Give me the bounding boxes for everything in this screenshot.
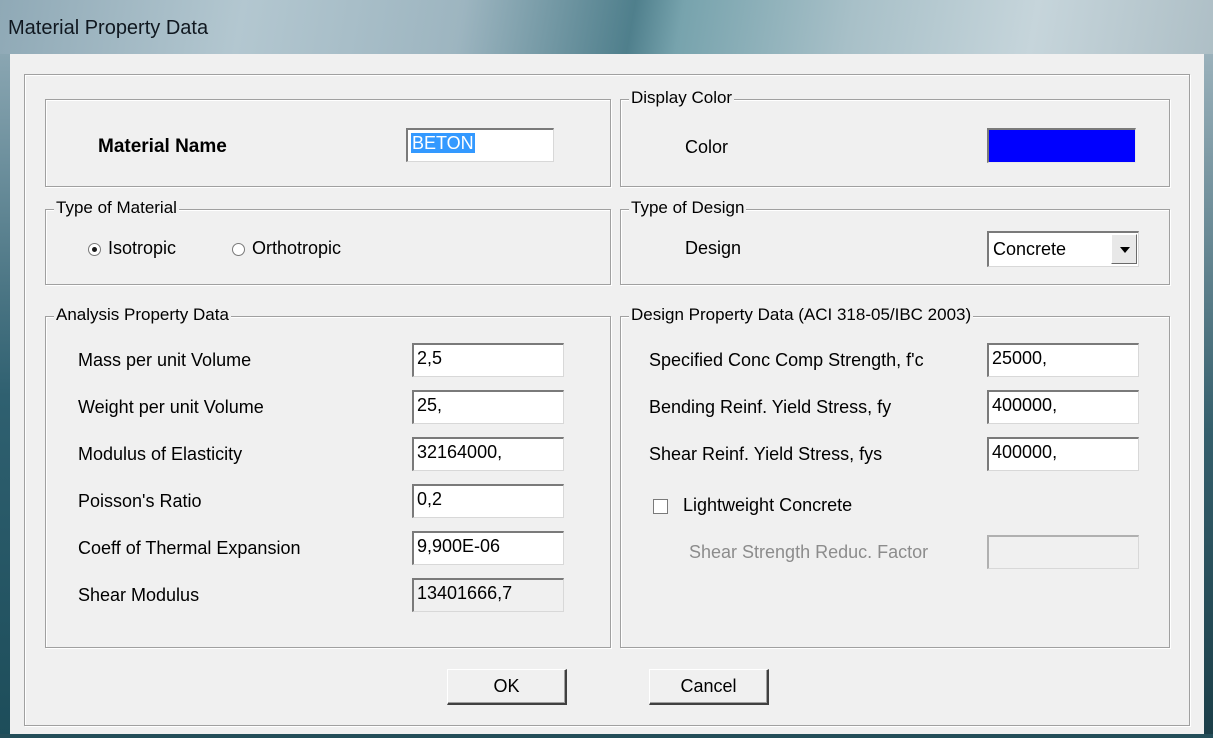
modulus-elasticity-input[interactable]: 32164000, <box>412 437 564 471</box>
material-property-dialog: Material Name BETON Display Color Color … <box>10 54 1204 734</box>
display-color-legend: Display Color <box>629 88 735 108</box>
shear-strength-reduc-label: Shear Strength Reduc. Factor <box>689 542 929 562</box>
design-dropdown-value: Concrete <box>993 239 1067 259</box>
type-of-material-legend: Type of Material <box>54 198 179 218</box>
shear-reinf-yield-label: Shear Reinf. Yield Stress, fys <box>649 444 883 464</box>
mass-per-volume-value: 2,5 <box>417 348 443 368</box>
thermal-expansion-value: 9,900E-06 <box>417 536 501 556</box>
bending-reinf-yield-label: Bending Reinf. Yield Stress, fy <box>649 397 892 417</box>
thermal-expansion-input[interactable]: 9,900E-06 <box>412 531 564 565</box>
bending-reinf-yield-input[interactable]: 400000, <box>987 390 1139 424</box>
type-of-design-legend: Type of Design <box>629 198 747 218</box>
poissons-ratio-label: Poisson's Ratio <box>78 491 202 511</box>
shear-modulus-field: 13401666,7 <box>412 578 564 612</box>
thermal-expansion-label: Coeff of Thermal Expansion <box>78 538 301 558</box>
mass-per-volume-label: Mass per unit Volume <box>78 350 252 370</box>
material-name-group: Material Name BETON <box>45 99 611 187</box>
weight-per-volume-value: 25, <box>417 395 443 415</box>
design-dropdown[interactable]: Concrete <box>987 231 1139 267</box>
shear-modulus-label: Shear Modulus <box>78 585 200 605</box>
orthotropic-label[interactable]: Orthotropic <box>252 238 341 259</box>
color-swatch-button[interactable] <box>987 128 1136 163</box>
design-property-legend: Design Property Data (ACI 318-05/IBC 200… <box>629 305 974 325</box>
analysis-property-legend: Analysis Property Data <box>54 305 231 325</box>
type-of-material-group: Type of Material Isotropic Orthotropic <box>45 198 611 285</box>
modulus-elasticity-label: Modulus of Elasticity <box>78 444 243 464</box>
display-color-group: Display Color Color <box>620 88 1170 187</box>
chevron-down-icon[interactable] <box>1111 234 1137 264</box>
isotropic-label[interactable]: Isotropic <box>108 238 176 259</box>
shear-strength-reduc-input <box>987 535 1139 569</box>
weight-per-volume-input[interactable]: 25, <box>412 390 564 424</box>
poissons-ratio-value: 0,2 <box>417 489 443 509</box>
window-frame-right <box>1204 54 1213 738</box>
radio-selected-dot <box>92 247 97 252</box>
type-of-design-group: Type of Design Design Concrete <box>620 198 1170 285</box>
material-name-label: Material Name <box>98 136 227 157</box>
design-property-group: Design Property Data (ACI 318-05/IBC 200… <box>620 305 1170 648</box>
shear-reinf-yield-value: 400000, <box>992 442 1058 462</box>
cancel-button[interactable]: Cancel <box>649 669 769 705</box>
title-bar[interactable]: Material Property Data <box>0 0 1213 54</box>
conc-comp-strength-input[interactable]: 25000, <box>987 343 1139 377</box>
window-frame-left <box>0 54 10 738</box>
design-label: Design <box>685 238 742 258</box>
isotropic-radio[interactable] <box>88 243 101 256</box>
lightweight-concrete-checkbox[interactable] <box>653 499 668 514</box>
material-name-value: BETON <box>411 133 475 153</box>
material-name-input[interactable]: BETON <box>406 128 554 162</box>
analysis-property-group: Analysis Property Data Mass per unit Vol… <box>45 305 611 648</box>
bending-reinf-yield-value: 400000, <box>992 395 1058 415</box>
conc-comp-strength-label: Specified Conc Comp Strength, f'c <box>649 350 924 370</box>
window-frame-bottom <box>0 734 1213 738</box>
orthotropic-radio[interactable] <box>232 243 245 256</box>
poissons-ratio-input[interactable]: 0,2 <box>412 484 564 518</box>
ok-button[interactable]: OK <box>447 669 567 705</box>
mass-per-volume-input[interactable]: 2,5 <box>412 343 564 377</box>
shear-modulus-value: 13401666,7 <box>417 583 513 603</box>
weight-per-volume-label: Weight per unit Volume <box>78 397 264 417</box>
shear-reinf-yield-input[interactable]: 400000, <box>987 437 1139 471</box>
window-title: Material Property Data <box>8 17 209 39</box>
color-label: Color <box>685 137 729 157</box>
lightweight-concrete-label[interactable]: Lightweight Concrete <box>683 495 852 516</box>
modulus-elasticity-value: 32164000, <box>417 442 503 462</box>
conc-comp-strength-value: 25000, <box>992 348 1048 368</box>
